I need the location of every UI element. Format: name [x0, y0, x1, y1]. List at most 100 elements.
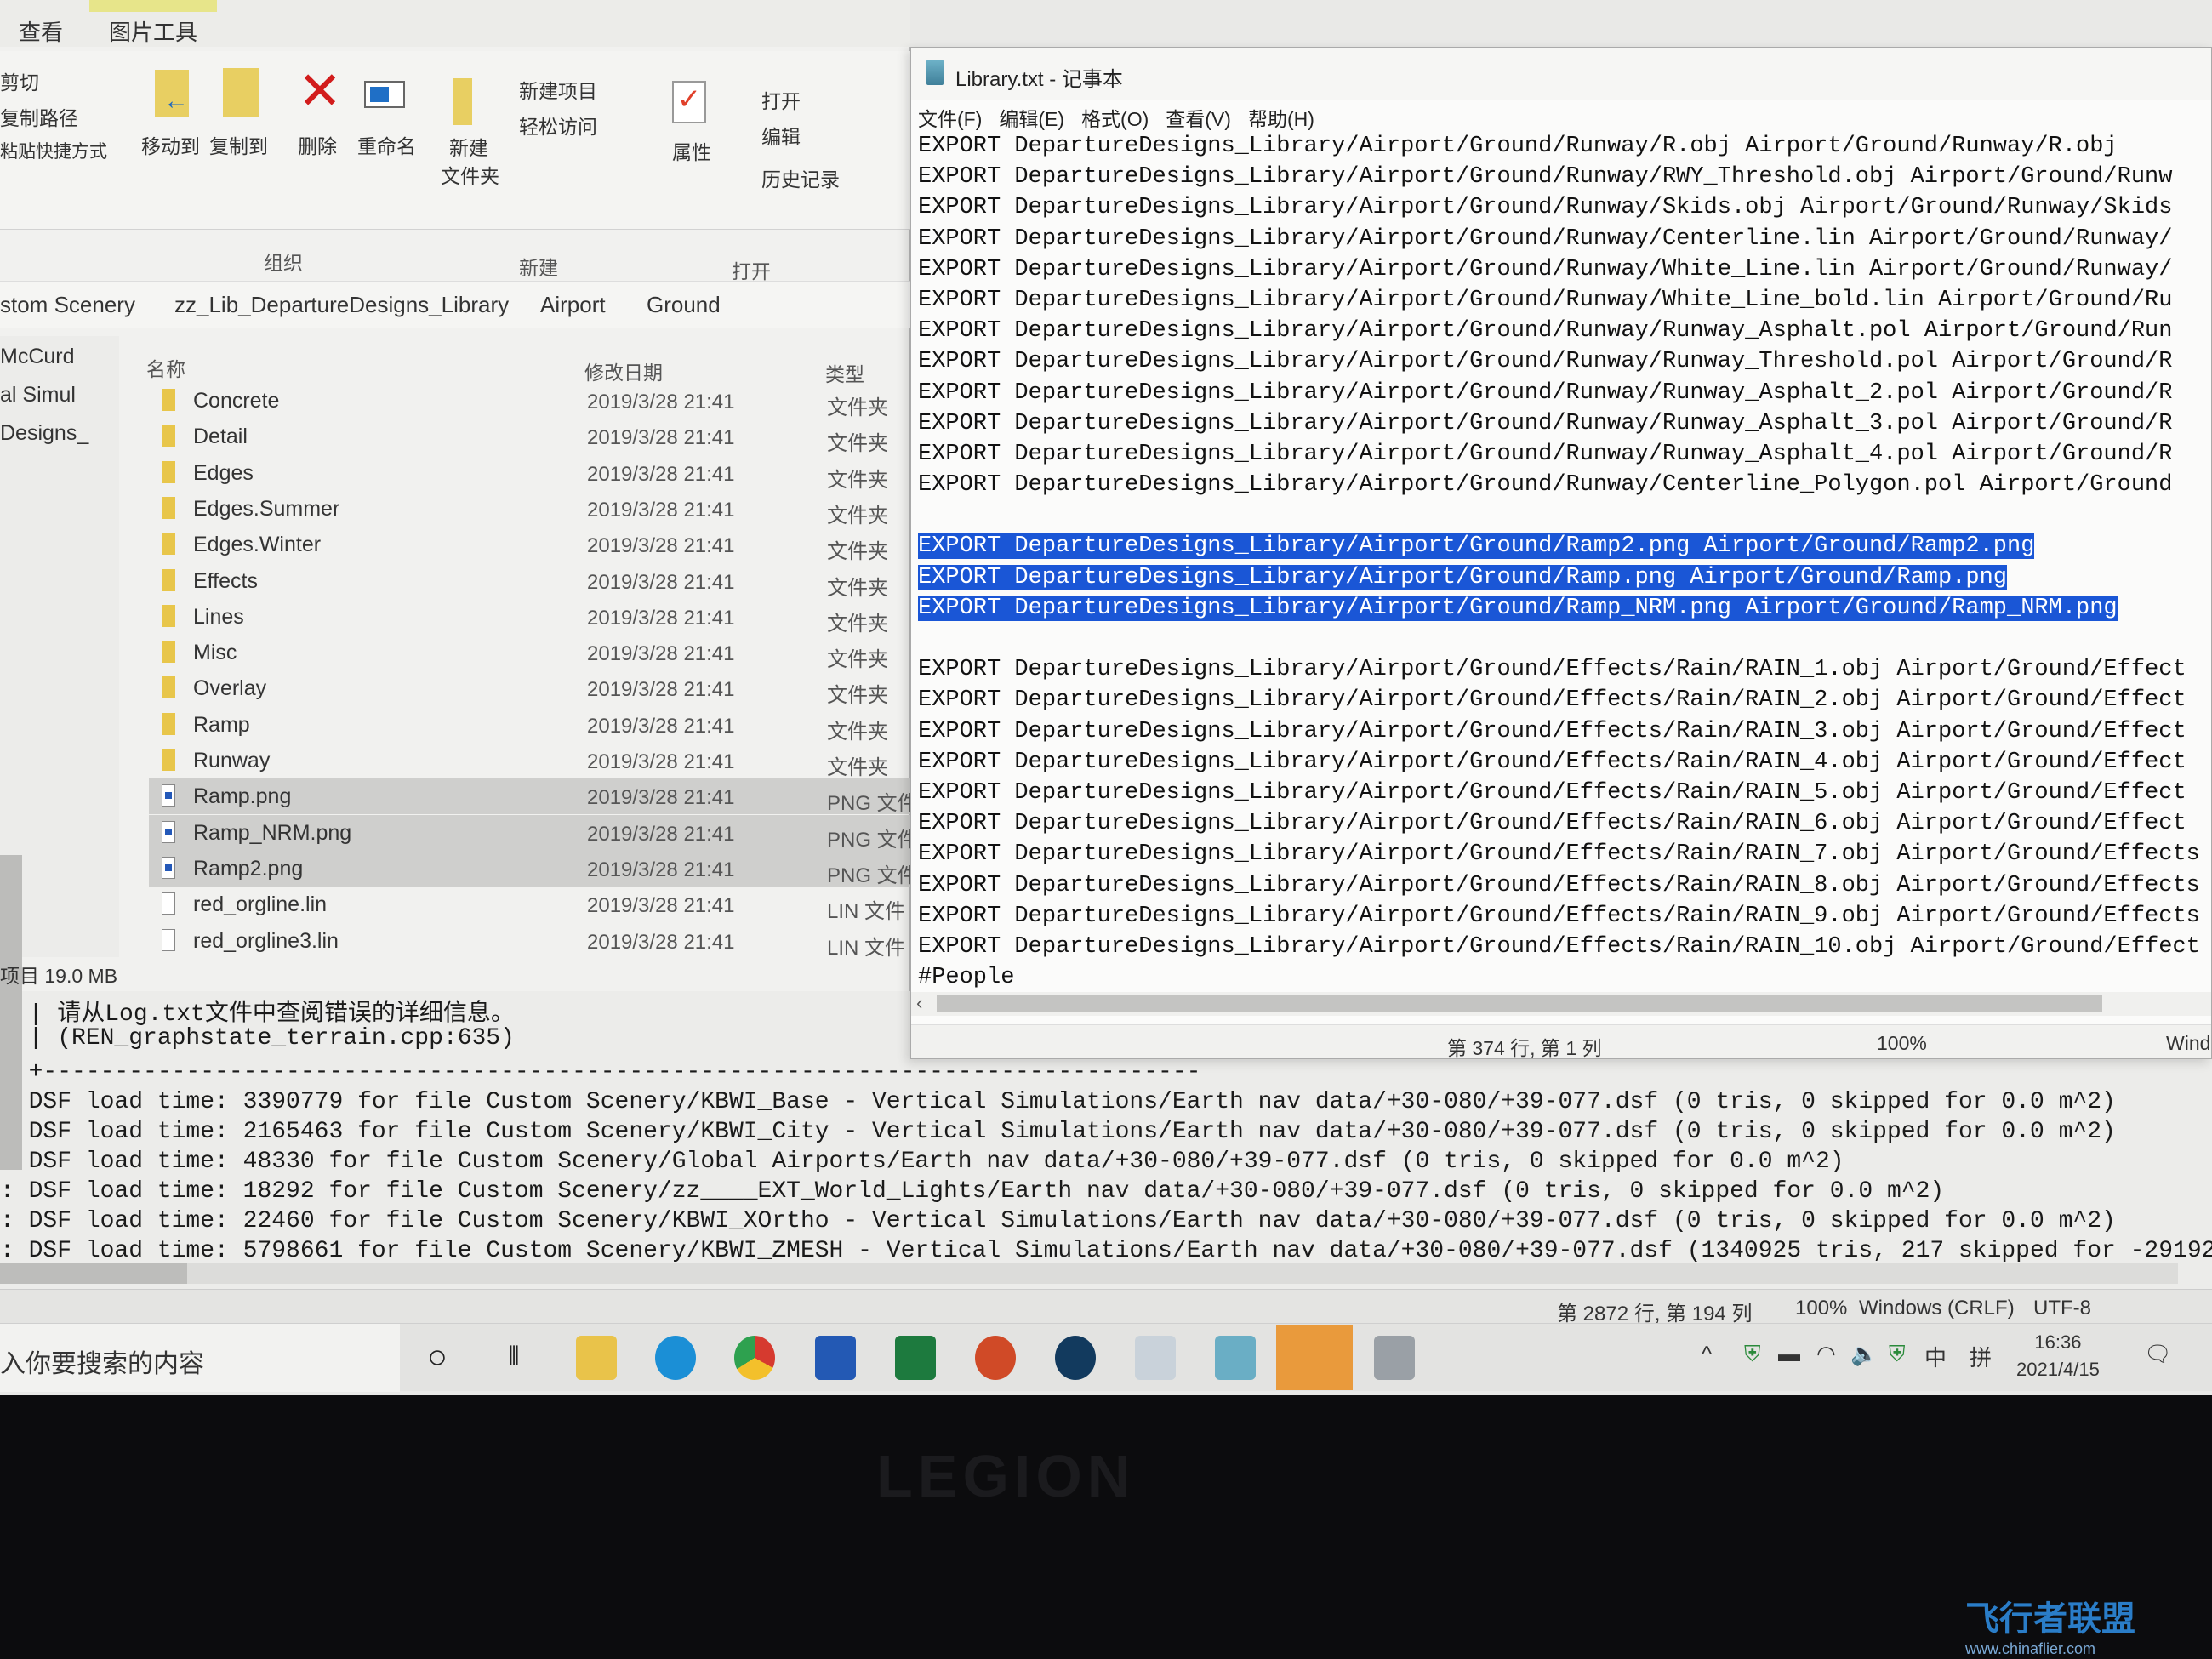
file-row[interactable]: red_orgline3.lin 2019/3/28 21:41 LIN 文件 [149, 923, 910, 960]
cut-button[interactable]: 剪切 [0, 66, 39, 95]
menu-format[interactable]: 格式(O) [1081, 108, 1149, 130]
line-text: EXPORT DepartureDesigns_Library/Airport/… [918, 872, 2200, 898]
menu-edit[interactable]: 编辑(E) [999, 108, 1064, 130]
file-row[interactable]: Ramp 2019/3/28 21:41 文件夹 [149, 707, 910, 744]
open-button[interactable]: 打开 [761, 85, 801, 114]
new-item-button[interactable]: 新建项目 [519, 75, 597, 104]
search-box[interactable]: 入你要搜索的内容 [0, 1324, 400, 1392]
scrollbar-thumb[interactable] [0, 1263, 187, 1284]
rename-button[interactable]: 重命名 [357, 130, 416, 159]
move-to-icon: ← [155, 70, 189, 117]
history-button[interactable]: 历史记录 [761, 163, 840, 192]
file-explorer-icon[interactable] [576, 1336, 617, 1380]
copy-path-button[interactable]: 复制路径 [0, 102, 78, 131]
easy-access-button[interactable]: 轻松访问 [519, 111, 597, 140]
menu-help[interactable]: 帮助(H) [1248, 108, 1314, 130]
file-row[interactable]: Ramp.png 2019/3/28 21:41 PNG 文件 [149, 778, 918, 815]
nav-item[interactable]: al Simul [0, 383, 76, 408]
cortana-icon[interactable]: ○ [417, 1336, 458, 1380]
breadcrumb-item[interactable]: zz_Lib_DepartureDesigns_Library [174, 292, 509, 318]
chrome-icon[interactable] [734, 1336, 775, 1380]
task-view-icon[interactable]: ⫴ [493, 1336, 534, 1380]
breadcrumb-item[interactable]: stom Scenery [0, 292, 135, 318]
file-row[interactable]: Concrete 2019/3/28 21:41 文件夹 [149, 383, 910, 419]
file-date: 2019/3/28 21:41 [587, 714, 735, 738]
paste-shortcut-button[interactable]: 粘贴快捷方式 [0, 138, 107, 163]
xplane-icon[interactable] [1055, 1336, 1096, 1380]
photo-viewer-icon[interactable] [1135, 1336, 1176, 1380]
breadcrumb-item[interactable]: Ground [647, 292, 721, 318]
menu-file[interactable]: 文件(F) [918, 108, 982, 130]
properties-button[interactable]: 属性 [672, 136, 711, 165]
title-bar[interactable]: Library.txt - 记事本 [911, 48, 2211, 100]
file-date: 2019/3/28 21:41 [587, 678, 735, 702]
time: 16:36 [2034, 1331, 2082, 1353]
notepad-taskbar-icon[interactable] [1215, 1336, 1256, 1380]
breadcrumb-item[interactable]: Airport [540, 292, 606, 318]
word-icon[interactable] [815, 1336, 856, 1380]
file-icon [162, 820, 175, 843]
wifi-icon[interactable]: ◠ [1816, 1341, 1836, 1367]
tab-picture-tools[interactable]: 图片工具 [109, 15, 197, 47]
file-row[interactable]: red_orgline.lin 2019/3/28 21:41 LIN 文件 [149, 887, 910, 923]
xplane-active-icon[interactable] [1276, 1325, 1353, 1390]
input-method-chinese[interactable]: 中 [1924, 1341, 1947, 1372]
text-line: EXPORT DepartureDesigns_Library/Airport/… [918, 562, 2211, 593]
file-row[interactable]: Edges 2019/3/28 21:41 文件夹 [149, 455, 910, 492]
delete-button[interactable]: 删除 [298, 130, 337, 159]
file-name: Concrete [193, 389, 280, 413]
file-row[interactable]: Edges.Winter 2019/3/28 21:41 文件夹 [149, 527, 910, 563]
file-row[interactable]: Edges.Summer 2019/3/28 21:41 文件夹 [149, 491, 910, 527]
edit-button[interactable]: 编辑 [761, 121, 801, 150]
defender-icon[interactable]: ⛨ [1889, 1341, 1906, 1368]
horizontal-scrollbar[interactable]: ‹ [911, 992, 2211, 1016]
text-line: EXPORT DepartureDesigns_Library/Airport/… [918, 870, 2211, 901]
column-date[interactable]: 修改日期 [584, 356, 663, 385]
move-to-button[interactable]: 移动到 [141, 130, 200, 159]
nav-item[interactable]: McCurd [0, 345, 75, 369]
file-row[interactable]: Lines 2019/3/28 21:41 文件夹 [149, 599, 910, 636]
file-type: PNG 文件 [827, 828, 918, 852]
scrollbar-thumb[interactable] [937, 995, 2102, 1012]
file-row[interactable]: Ramp_NRM.png 2019/3/28 21:41 PNG 文件 [149, 814, 918, 852]
edge-icon[interactable] [655, 1336, 696, 1380]
line-text: EXPORT DepartureDesigns_Library/Airport/… [918, 718, 2186, 744]
volume-icon[interactable]: 🔈 [1850, 1341, 1878, 1367]
powerpoint-icon[interactable] [975, 1336, 1016, 1380]
breadcrumb[interactable]: stom Scenery zz_Lib_DepartureDesigns_Lib… [0, 281, 910, 328]
show-hidden-icons[interactable]: ^ [1702, 1341, 1712, 1367]
file-type: 文件夹 [827, 396, 888, 419]
file-row[interactable]: Effects 2019/3/28 21:41 文件夹 [149, 563, 910, 600]
excel-icon[interactable] [895, 1336, 936, 1380]
nav-item[interactable]: Designs_ [0, 421, 88, 446]
tab-view[interactable]: 查看 [19, 15, 63, 47]
new-folder-button[interactable]: 新建 [449, 132, 488, 161]
clock[interactable]: 16:36 2021/4/15 [2016, 1329, 2100, 1383]
screen: : | 请从Log.txt文件中查阅错误的详细信息。: | (REN_graph… [0, 0, 2212, 1395]
ribbon-tabs: 查看 图片工具 [0, 0, 910, 47]
plane-maker-icon[interactable] [1374, 1336, 1415, 1380]
group-organize-label: 组织 [264, 252, 303, 274]
column-name[interactable]: 名称 [146, 353, 185, 382]
file-row[interactable]: Misc 2019/3/28 21:41 文件夹 [149, 635, 910, 671]
text-line: EXPORT DepartureDesigns_Library/Airport/… [918, 254, 2211, 285]
menu-view[interactable]: 查看(V) [1166, 108, 1231, 130]
copy-to-button[interactable]: 复制到 [209, 130, 268, 159]
log-horizontal-scrollbar[interactable] [0, 1263, 2178, 1284]
file-row[interactable]: Runway 2019/3/28 21:41 文件夹 [149, 743, 910, 779]
group-open-label: 打开 [732, 260, 771, 282]
scroll-left-icon[interactable]: ‹ [916, 992, 922, 1014]
file-row[interactable]: Overlay 2019/3/28 21:41 文件夹 [149, 670, 910, 707]
nav-scrollbar[interactable] [0, 855, 22, 1170]
security-icon[interactable]: ⛨ [1744, 1341, 1761, 1368]
explorer-status: 项目 19.0 MB [0, 965, 118, 987]
file-row[interactable]: Detail 2019/3/28 21:41 文件夹 [149, 419, 910, 455]
input-method-pinyin[interactable]: 拼 [1970, 1341, 1992, 1372]
watermark: 飞行者联盟 www.chinaflier.com [1965, 1591, 2135, 1658]
new-folder-button-line2[interactable]: 文件夹 [441, 160, 499, 189]
battery-icon[interactable]: ▬ [1778, 1341, 1800, 1367]
file-row[interactable]: Ramp2.png 2019/3/28 21:41 PNG 文件 [149, 850, 918, 887]
text-line: EXPORT DepartureDesigns_Library/Airport/… [918, 439, 2211, 470]
text-editor[interactable]: EXPORT DepartureDesigns_Library/Airport/… [918, 131, 2211, 990]
notification-icon[interactable]: 🗨 [2144, 1341, 2172, 1367]
